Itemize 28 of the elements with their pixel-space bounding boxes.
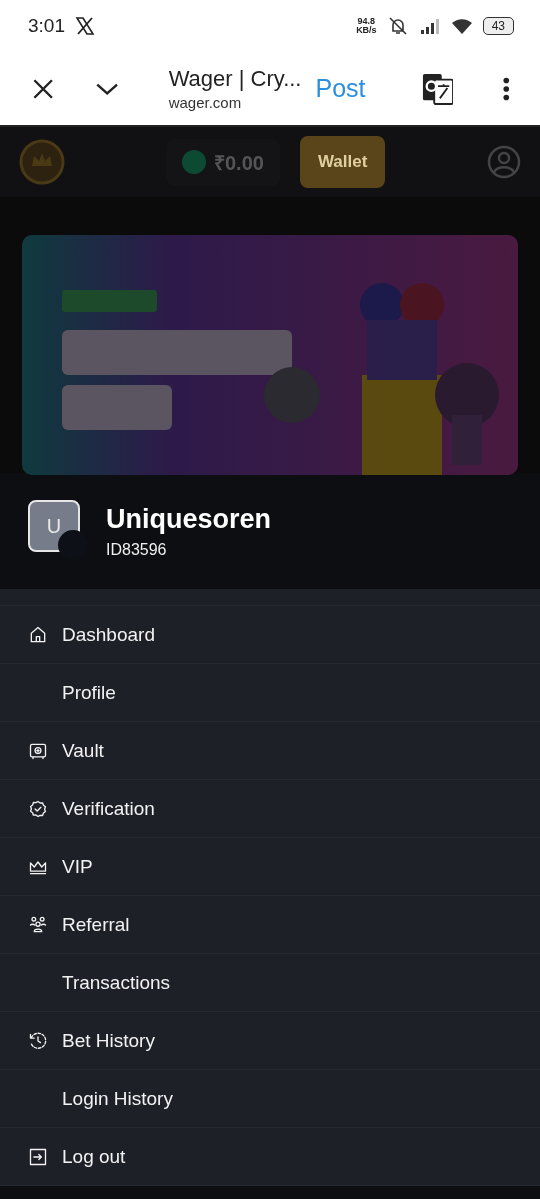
people-icon bbox=[28, 914, 48, 935]
menu-item[interactable]: Verification bbox=[28, 797, 155, 820]
translate-icon[interactable] bbox=[421, 71, 454, 106]
battery-indicator: 43 bbox=[482, 17, 514, 35]
menu-item[interactable]: Login History bbox=[28, 1087, 173, 1110]
home-icon bbox=[28, 624, 48, 645]
menu-item[interactable]: VIP bbox=[28, 855, 93, 878]
menu-item[interactable]: Log out bbox=[28, 1145, 126, 1168]
network-speed: 94.8 KB/s bbox=[356, 17, 377, 35]
x-logo-icon bbox=[75, 16, 95, 36]
wifi-icon bbox=[450, 16, 473, 36]
logout-icon bbox=[28, 1146, 48, 1167]
check-badge-icon bbox=[28, 798, 48, 819]
menu-item[interactable]: Vault bbox=[28, 739, 104, 762]
menu-item[interactable]: Referral bbox=[28, 913, 130, 936]
history-icon bbox=[28, 1030, 48, 1051]
username: Uniquesoren bbox=[106, 503, 272, 535]
menu-item[interactable]: Profile bbox=[28, 681, 116, 704]
menu-item[interactable]: Transactions bbox=[28, 971, 171, 994]
menu-item[interactable]: Bet History bbox=[28, 1029, 155, 1052]
signal-icon bbox=[418, 16, 441, 36]
page-title: Wager | Cry... bbox=[168, 66, 302, 92]
wallet-button[interactable]: Wallet bbox=[299, 136, 386, 188]
menu-item[interactable]: Dashboard bbox=[28, 623, 155, 646]
muted-bell-icon bbox=[386, 16, 409, 36]
page-url: wager.com bbox=[168, 94, 243, 111]
user-id: ID83596 bbox=[106, 540, 168, 559]
clock: 3:01 bbox=[28, 15, 65, 37]
